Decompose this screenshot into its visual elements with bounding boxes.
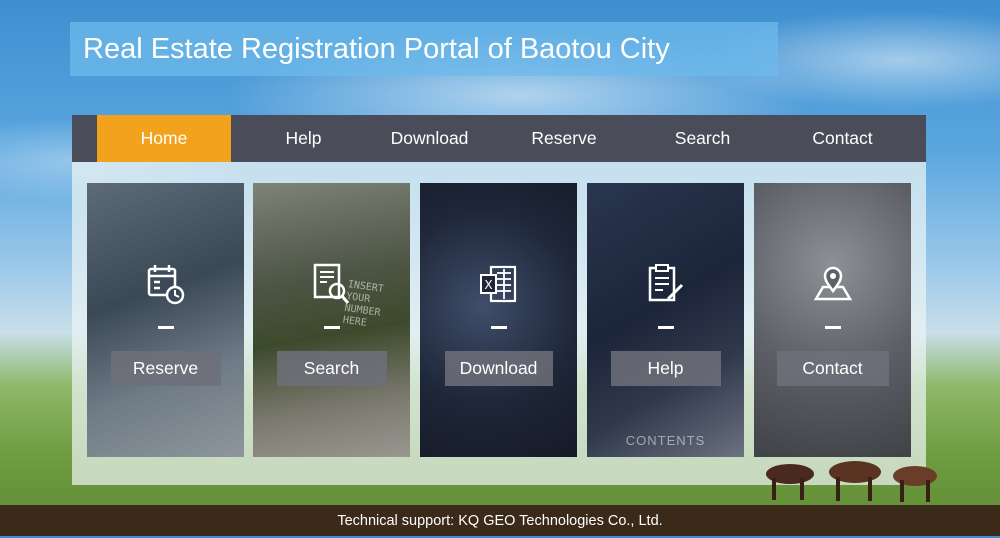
card-label[interactable]: Download bbox=[444, 351, 553, 386]
svg-text:X: X bbox=[484, 278, 492, 292]
nav-item-download[interactable]: Download bbox=[376, 115, 483, 162]
main-nav: Home Help Download Reserve Search Contac… bbox=[72, 115, 926, 162]
nav-item-search[interactable]: Search bbox=[645, 115, 760, 162]
map-pin-icon bbox=[813, 266, 852, 301]
nav-item-help[interactable]: Help bbox=[231, 115, 376, 162]
card-label[interactable]: Search bbox=[276, 351, 387, 386]
horses-image bbox=[766, 461, 937, 502]
calendar-clock-icon bbox=[147, 265, 184, 305]
card-help[interactable]: CONTENTS Help bbox=[587, 183, 744, 457]
nav-item-reserve[interactable]: Reserve bbox=[483, 115, 645, 162]
nav-item-contact[interactable]: Contact bbox=[760, 115, 925, 162]
page-title: Real Estate Registration Portal of Baoto… bbox=[70, 22, 778, 76]
card-contact[interactable]: Contact bbox=[754, 183, 911, 457]
card-download[interactable]: X Download bbox=[420, 183, 577, 457]
card-label[interactable]: Reserve bbox=[110, 351, 221, 386]
excel-file-icon: X bbox=[479, 265, 516, 303]
card-search[interactable]: INSERT YOUR NUMBER HERE Search bbox=[253, 183, 410, 457]
document-search-icon bbox=[313, 263, 349, 304]
nav-item-home[interactable]: Home bbox=[97, 115, 231, 162]
photo-contents-text: CONTENTS bbox=[625, 433, 706, 448]
card-label[interactable]: Contact bbox=[776, 351, 889, 386]
footer-credits: Technical support: KQ GEO Technologies C… bbox=[0, 505, 1000, 536]
card-label[interactable]: Help bbox=[610, 351, 721, 386]
photo-screen-text: INSERT YOUR NUMBER HERE bbox=[342, 279, 385, 329]
main-panel: Home Help Download Reserve Search Contac… bbox=[72, 115, 926, 485]
clipboard-pen-icon bbox=[648, 264, 683, 302]
card-reserve[interactable]: Reserve bbox=[87, 183, 244, 457]
